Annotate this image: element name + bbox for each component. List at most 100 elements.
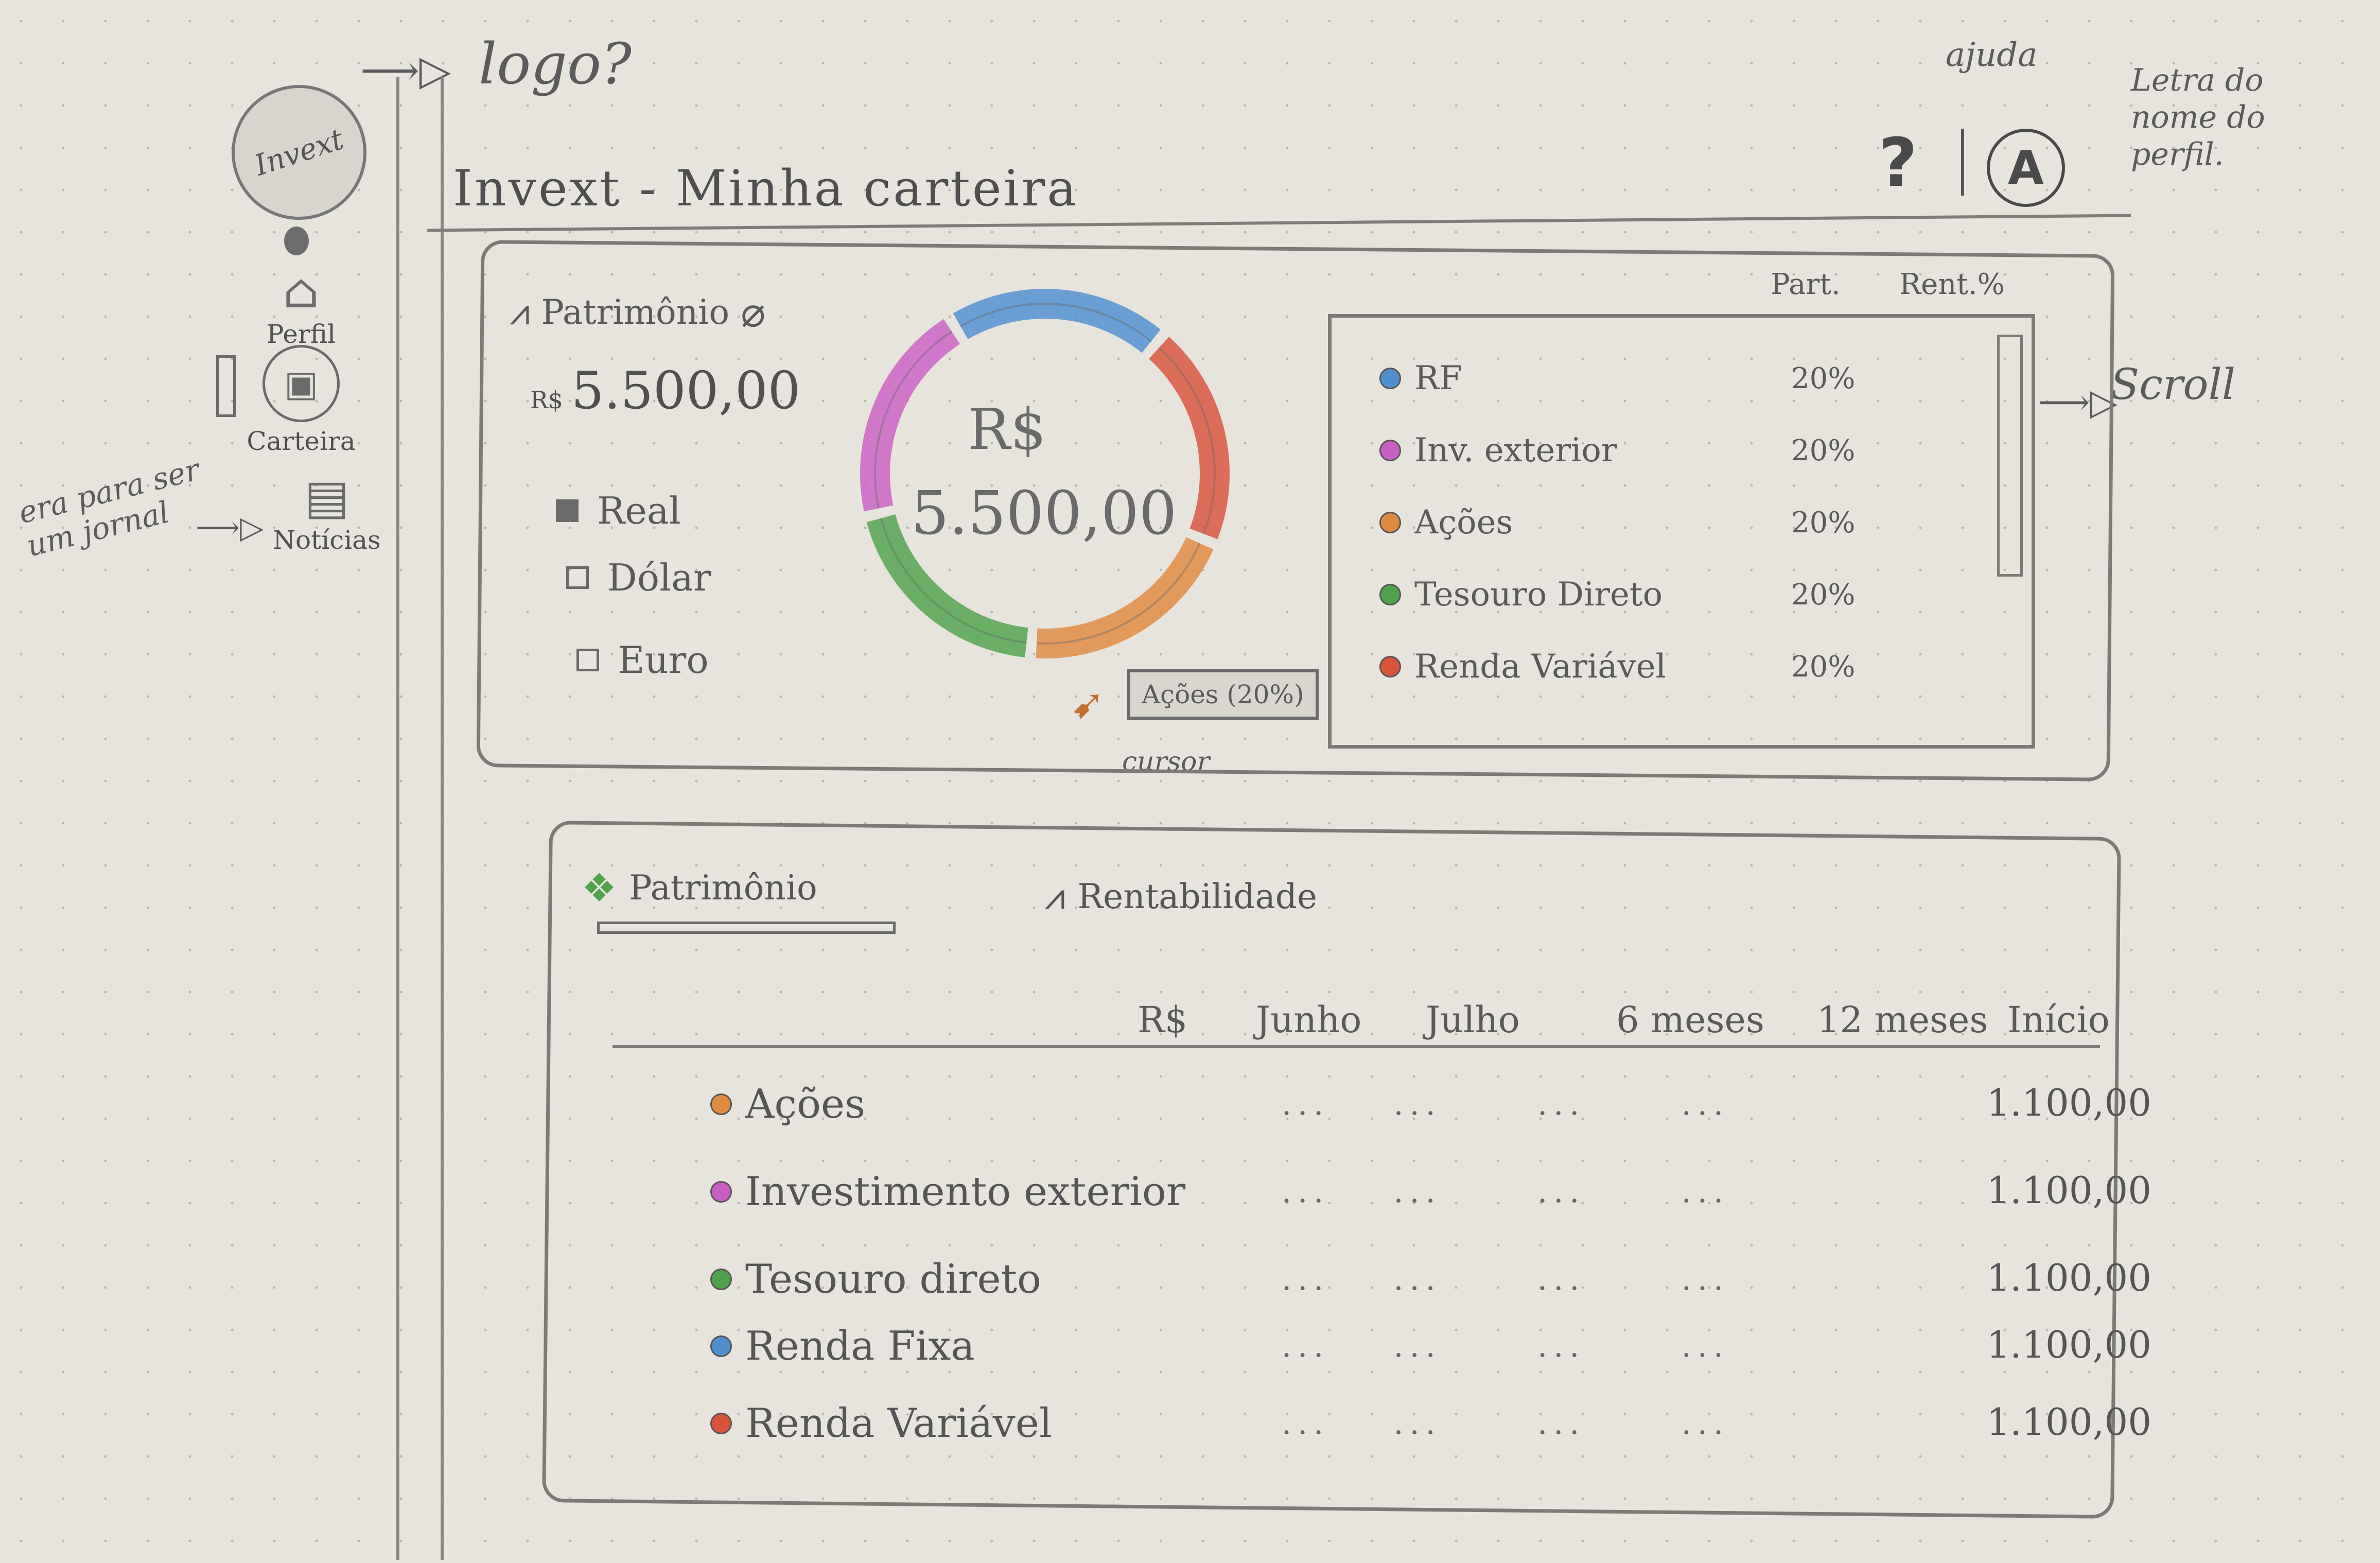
donut-center-value: 5.500,00: [911, 479, 1177, 548]
currency-option-real[interactable]: Real: [556, 489, 681, 532]
allocation-item: Tesouro Direto 20%: [1379, 566, 1855, 623]
cursor-icon: ➹: [1071, 680, 1106, 727]
active-tab-underline: [597, 922, 896, 934]
visibility-toggle-icon[interactable]: ⌀: [741, 288, 765, 336]
journal-annotation-arrow: ⟶▷: [196, 510, 264, 546]
row-label-text: Ações: [745, 1081, 866, 1127]
total-value: 5.500,00: [571, 360, 801, 421]
help-icon[interactable]: ?: [1879, 124, 1917, 202]
allocation-pct: 20%: [1791, 506, 1856, 540]
allocation-name: Ações: [1414, 503, 1513, 542]
tooltip-text: Ações (20%): [1142, 680, 1304, 709]
table-header-divider: [612, 1045, 2100, 1048]
row-value: 1.100,00: [1986, 1256, 2151, 1299]
tab-label: Patrimônio: [629, 868, 817, 908]
row-label-text: Renda Variável: [745, 1400, 1052, 1447]
table-row: Investimento exterior ... ... ... ... 1.…: [679, 1169, 2151, 1241]
allocation-pct: 20%: [1791, 433, 1856, 467]
allocation-pct: 20%: [1791, 578, 1856, 612]
donut-segment[interactable]: [1036, 537, 1214, 658]
help-annotation: ajuda: [1946, 36, 2038, 74]
logo-annotation: logo?: [479, 31, 632, 97]
table-row: Tesouro direto ... ... ... ... 1.100,00: [679, 1256, 2151, 1328]
row-placeholder-values: ... ... ... ...: [1282, 1086, 1730, 1122]
sidebar-item-label: Carteira: [247, 426, 356, 456]
tab-label: Rentabilidade: [1077, 877, 1318, 916]
row-dot: [710, 1269, 732, 1290]
scroll-annotation: Scroll: [2110, 360, 2236, 409]
column-header: 6 meses: [1616, 999, 1764, 1041]
row-placeholder-values: ... ... ... ...: [1282, 1405, 1730, 1442]
journal-annotation: era para ser um jornal: [15, 451, 203, 564]
row-label: Ações: [710, 1081, 865, 1127]
allocation-name: Tesouro Direto: [1414, 576, 1663, 614]
column-header: Julho: [1426, 999, 1520, 1041]
sidebar-item-label: Notícias: [273, 525, 381, 555]
row-label-text: Tesouro direto: [745, 1256, 1042, 1302]
table-row: Renda Variável ... ... ... ... 1.100,00: [679, 1400, 2151, 1472]
allocation-dot: [1379, 512, 1401, 533]
sidebar-item-carteira[interactable]: ▣ Carteira: [242, 345, 360, 456]
profile-avatar[interactable]: A: [1987, 129, 2065, 207]
allocation-name: Renda Variável: [1414, 648, 1666, 686]
allocation-item: Renda Variável 20%: [1379, 638, 1855, 695]
sidebar-dot-icon: [284, 227, 309, 255]
column-header: Junho: [1256, 999, 1362, 1041]
tab-rentabilidade[interactable]: ⩘ Rentabilidade: [1045, 875, 1317, 918]
row-value: 1.100,00: [1986, 1400, 2151, 1444]
row-value: 1.100,00: [1986, 1169, 2151, 1212]
total-currency: R$: [530, 386, 563, 414]
column-header: Início: [2007, 999, 2110, 1041]
summary-heading: ⩘ Patrimônio ⌀: [510, 288, 765, 336]
row-dot: [710, 1181, 732, 1203]
allocation-item: Inv. exterior 20%: [1379, 422, 1855, 479]
sidebar-divider: [396, 77, 444, 1560]
currency-label: Real: [597, 489, 681, 532]
chart-line-icon: ⩘: [510, 291, 530, 333]
currency-option-dolar[interactable]: Dólar: [566, 556, 711, 599]
row-placeholder-values: ... ... ... ...: [1282, 1174, 1730, 1210]
money-icon: ❖: [582, 865, 617, 911]
allocation-list-scrollbar[interactable]: [1997, 335, 2023, 577]
row-label: Tesouro direto: [710, 1256, 1041, 1302]
checkbox[interactable]: [566, 566, 589, 589]
header-separator: [1961, 129, 1964, 196]
logo-text: Invext: [250, 122, 348, 183]
wallet-icon: ▣: [262, 345, 340, 422]
row-dot: [710, 1093, 732, 1115]
table-row: Renda Fixa ... ... ... ... 1.100,00: [679, 1323, 2151, 1395]
row-value: 1.100,00: [1986, 1323, 2151, 1366]
profile-letter: A: [2008, 141, 2044, 195]
active-indicator: [216, 355, 236, 417]
allocation-dot: [1379, 440, 1401, 461]
row-label: Renda Variável: [710, 1400, 1052, 1447]
currency-label: Dólar: [607, 556, 711, 599]
chart-line-icon: ⩘: [1045, 875, 1065, 917]
allocation-dot: [1379, 656, 1401, 678]
allocation-header-part: Part.: [1771, 268, 1841, 301]
app-logo[interactable]: Invext: [214, 67, 384, 238]
tab-patrimonio[interactable]: ❖ Patrimônio: [582, 865, 817, 911]
checkbox[interactable]: [576, 649, 599, 671]
allocation-pct: 20%: [1791, 361, 1856, 395]
summary-heading-label: Patrimônio: [541, 292, 730, 332]
allocation-dot: [1379, 584, 1401, 605]
checkbox-checked[interactable]: [556, 499, 579, 522]
row-label-text: Investimento exterior: [745, 1169, 1186, 1215]
allocation-name: RF: [1414, 359, 1462, 397]
row-placeholder-values: ... ... ... ...: [1282, 1261, 1730, 1297]
sidebar-item-perfil[interactable]: ⌂ Perfil: [242, 268, 360, 350]
currency-option-euro[interactable]: Euro: [576, 638, 709, 682]
column-header: R$: [1137, 999, 1188, 1041]
row-label: Renda Fixa: [710, 1323, 975, 1369]
row-value: 1.100,00: [1986, 1081, 2151, 1124]
row-label-text: Renda Fixa: [745, 1323, 975, 1369]
allocation-pct: 20%: [1791, 650, 1856, 684]
row-dot: [710, 1413, 732, 1434]
donut-tooltip: Ações (20%): [1127, 669, 1319, 720]
column-header: 12 meses: [1817, 999, 1988, 1041]
sidebar-item-noticias[interactable]: ▤ Notícias: [268, 474, 386, 555]
allocation-item: Ações 20%: [1379, 494, 1855, 551]
row-placeholder-values: ... ... ... ...: [1282, 1328, 1730, 1364]
page-title: Invext - Minha carteira: [453, 160, 1079, 217]
